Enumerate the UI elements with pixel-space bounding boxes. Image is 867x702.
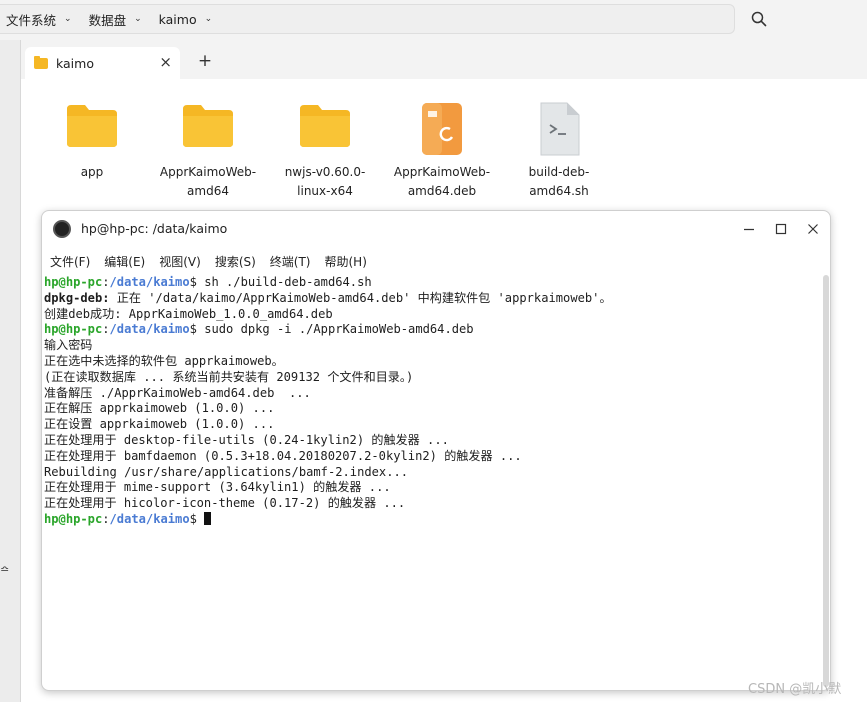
prompt-path: /data/kaimo — [109, 275, 190, 289]
prompt-user: hp@hp-pc — [44, 511, 103, 526]
file-item[interactable]: ApprKaimoWeb-amd64.deb — [392, 101, 492, 201]
breadcrumb-filesystem[interactable]: 文件系统 ⌄ — [6, 10, 72, 29]
menu-search[interactable]: 搜索(S) — [215, 253, 256, 270]
output-line: (正在读取数据库 ... 系统当前共安装有 209132 个文件和目录。) — [44, 369, 414, 384]
output-line: 创建deb成功: ApprKaimoWeb_1.0.0_amd64.deb — [44, 306, 333, 321]
chevron-down-icon[interactable]: ⌄ — [205, 14, 213, 24]
file-item[interactable]: app — [42, 101, 142, 182]
menu-help[interactable]: 帮助(H) — [325, 253, 367, 270]
folder-icon — [183, 105, 233, 147]
terminal-line: hp@hp-pc:/data/kaimo$ sh ./build-deb-amd… — [44, 275, 819, 291]
output-line: 正在选中未选择的软件包 apprkaimoweb。 — [44, 353, 284, 368]
tab-bar: kaimo × + — [21, 40, 867, 80]
breadcrumb-data-disk[interactable]: 数据盘 ⌄ — [89, 10, 142, 29]
prompt-user: hp@hp-pc — [44, 322, 103, 337]
file-item[interactable]: build-deb-amd64.sh — [509, 101, 609, 201]
breadcrumb-label: 文件系统 — [6, 12, 57, 28]
output-line: 输入密码 — [44, 338, 93, 353]
text-cursor — [204, 511, 212, 525]
tab-label: kaimo — [56, 55, 94, 71]
output-line: Rebuilding /usr/share/applications/bamf-… — [44, 464, 409, 479]
chevron-down-icon[interactable]: ⌄ — [134, 14, 142, 24]
output-line: 正在解压 apprkaimoweb (1.0.0) ... — [44, 401, 275, 416]
folder-icon — [67, 105, 117, 147]
add-tab-button[interactable]: + — [193, 50, 217, 72]
output-line: 正在处理用于 hicolor-icon-theme (0.17-2) 的触发器 … — [44, 496, 406, 511]
file-item[interactable]: ApprKaimoWeb-amd64 — [158, 101, 258, 201]
address-bar[interactable]: 文件系统 ⌄ 数据盘 ⌄ kaimo ⌄ — [0, 4, 735, 34]
menu-terminal[interactable]: 终端(T) — [270, 253, 311, 270]
output-label: dpkg-deb: — [44, 290, 110, 305]
output-line: 正在设置 apprkaimoweb (1.0.0) ... — [44, 417, 275, 432]
menu-view[interactable]: 视图(V) — [159, 253, 201, 270]
watermark: CSDN @凯小默 — [748, 682, 842, 697]
chevron-down-icon[interactable]: ⌄ — [64, 14, 72, 24]
terminal-output[interactable]: hp@hp-pc:/data/kaimo$ sh ./build-deb-amd… — [44, 275, 819, 687]
prompt-separator: : — [102, 322, 110, 337]
search-icon — [751, 11, 767, 27]
file-name: build-deb-amd64.sh — [528, 165, 590, 198]
prompt-user: hp@hp-pc — [44, 275, 103, 289]
file-name: nwjs-v0.60.0-linux-x64 — [284, 165, 366, 198]
prompt-symbol: $ — [189, 511, 205, 526]
terminal-window[interactable]: hp@hp-pc: /data/kaimo 文件(F) 编辑(E) 视图(V) … — [41, 210, 831, 691]
prompt-path: /data/kaimo — [109, 322, 190, 337]
output-line: 正在处理用于 mime-support (3.64kylin1) 的触发器 ..… — [44, 480, 391, 495]
terminal-app-icon — [53, 220, 71, 238]
close-button[interactable] — [803, 219, 823, 239]
close-icon[interactable]: × — [159, 53, 172, 71]
search-button[interactable] — [744, 4, 774, 34]
menu-edit[interactable]: 编辑(E) — [104, 253, 145, 270]
sidebar-glyph: ≏ — [0, 563, 10, 576]
minimize-icon — [744, 228, 754, 231]
menu-file[interactable]: 文件(F) — [50, 253, 90, 270]
terminal-menubar: 文件(F) 编辑(E) 视图(V) 搜索(S) 终端(T) 帮助(H) — [42, 249, 830, 273]
folder-icon — [34, 55, 48, 69]
shell-script-icon — [540, 102, 580, 156]
output-line: 正在处理用于 bamfdaemon (0.5.3+18.04.20180207.… — [44, 448, 522, 463]
output-line: 正在处理用于 desktop-file-utils (0.24-1kylin2)… — [44, 432, 449, 447]
terminal-title: hp@hp-pc: /data/kaimo — [81, 221, 228, 236]
sidebar-strip: ≏ — [0, 40, 21, 702]
breadcrumb-kaimo[interactable]: kaimo ⌄ — [159, 12, 213, 27]
breadcrumb-label: kaimo — [158, 11, 197, 27]
file-name: ApprKaimoWeb-amd64.deb — [393, 165, 491, 198]
maximize-icon — [775, 223, 787, 235]
prompt-symbol: $ — [189, 322, 205, 337]
file-name: app — [80, 165, 104, 179]
maximize-button[interactable] — [771, 219, 791, 239]
output-text: 正在 '/data/kaimo/ApprKaimoWeb-amd64.deb' … — [109, 290, 612, 305]
prompt-path: /data/kaimo — [109, 511, 190, 526]
command-text: sudo dpkg -i ./ApprKaimoWeb-amd64.deb — [204, 322, 474, 337]
tab-kaimo[interactable]: kaimo × — [25, 47, 180, 79]
minimize-button[interactable] — [739, 219, 759, 239]
terminal-line: dpkg-deb: 正在 '/data/kaimo/ApprKaimoWeb-a… — [44, 291, 819, 307]
prompt-separator: : — [102, 511, 110, 526]
close-icon — [808, 224, 818, 234]
prompt-symbol: $ — [189, 275, 205, 289]
command-text: sh ./build-deb-amd64.sh — [204, 275, 372, 289]
folder-icon — [300, 105, 350, 147]
terminal-titlebar[interactable]: hp@hp-pc: /data/kaimo — [42, 211, 830, 247]
terminal-line: hp@hp-pc:/data/kaimo$ sudo dpkg -i ./App… — [44, 322, 819, 338]
breadcrumb-label: 数据盘 — [88, 12, 127, 28]
terminal-line: hp@hp-pc:/data/kaimo$ — [44, 511, 819, 528]
file-name: ApprKaimoWeb-amd64 — [159, 165, 257, 198]
output-line: 准备解压 ./ApprKaimoWeb-amd64.deb ... — [44, 385, 311, 400]
terminal-scrollbar[interactable] — [823, 275, 829, 687]
deb-package-icon — [422, 103, 462, 155]
prompt-separator: : — [102, 275, 110, 289]
file-item[interactable]: nwjs-v0.60.0-linux-x64 — [275, 101, 375, 201]
